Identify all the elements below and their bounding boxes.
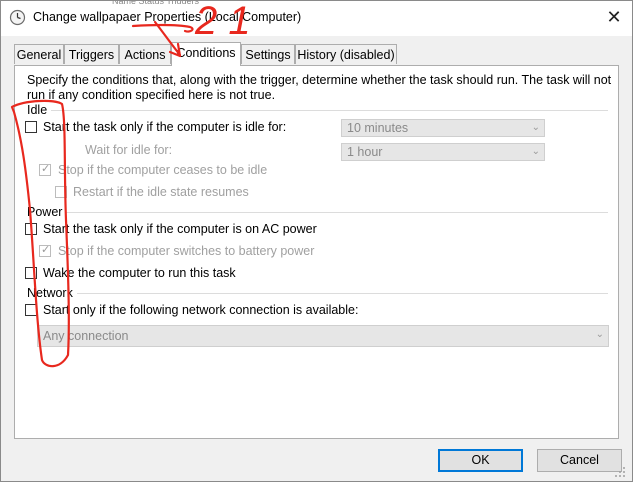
task-scheduler-clock-icon: [9, 9, 26, 26]
background-window-residue: Name Status Triggers: [112, 0, 352, 4]
tab-conditions[interactable]: Conditions: [171, 42, 241, 66]
network-checkbox[interactable]: [25, 304, 37, 316]
network-connection-value: Any connection: [43, 329, 129, 343]
close-icon: ✕: [606, 7, 622, 27]
checkmark-icon: ✓: [41, 163, 51, 175]
network-connection-select: Any connection ⌄: [37, 325, 609, 347]
idle-duration-value: 10 minutes: [347, 121, 409, 135]
idle-divider: [50, 110, 608, 111]
network-divider: [75, 293, 608, 294]
tab-settings[interactable]: Settings: [241, 44, 295, 64]
tab-triggers[interactable]: Triggers: [64, 44, 119, 64]
wake-label[interactable]: Wake the computer to run this task: [43, 266, 236, 280]
power-divider: [62, 212, 608, 213]
restart-if-idle-checkbox: [55, 186, 67, 198]
network-label[interactable]: Start only if the following network conn…: [43, 303, 358, 317]
chevron-down-icon: ⌄: [595, 329, 604, 340]
stop-if-not-idle-checkbox: ✓: [39, 163, 51, 176]
idle-start-label[interactable]: Start the task only if the computer is i…: [43, 120, 286, 134]
chevron-down-icon: ⌄: [531, 122, 540, 133]
resize-grip[interactable]: [614, 466, 626, 478]
network-header: Network: [27, 286, 77, 300]
stop-if-not-idle-label: Stop if the computer ceases to be idle: [58, 163, 268, 177]
idle-header: Idle: [27, 103, 52, 117]
window-title: Change wallpapaer Properties (Local Comp…: [33, 10, 302, 24]
ok-button[interactable]: OK: [438, 449, 523, 472]
wait-duration-select: 1 hour ⌄: [341, 143, 545, 161]
intro-text-line1: Specify the conditions that, along with …: [27, 73, 612, 87]
ac-power-checkbox[interactable]: [25, 223, 37, 235]
checkmark-icon: ✓: [41, 244, 51, 256]
wait-idle-label: Wait for idle for:: [85, 143, 173, 157]
cancel-button[interactable]: Cancel: [537, 449, 622, 472]
wait-duration-value: 1 hour: [347, 145, 383, 159]
stop-on-battery-checkbox: ✓: [39, 244, 51, 257]
intro-text-line2: run if any condition specified here is n…: [27, 88, 276, 102]
tab-general[interactable]: General: [14, 44, 64, 64]
chevron-down-icon: ⌄: [531, 146, 540, 157]
close-button[interactable]: ✕: [597, 4, 631, 32]
tab-actions[interactable]: Actions: [119, 44, 171, 64]
tab-history[interactable]: History (disabled): [295, 44, 397, 64]
ac-power-label[interactable]: Start the task only if the computer is o…: [43, 222, 317, 236]
restart-if-idle-label: Restart if the idle state resumes: [73, 185, 249, 199]
wake-checkbox[interactable]: [25, 267, 37, 279]
power-header: Power: [27, 205, 67, 219]
idle-start-checkbox[interactable]: [25, 121, 37, 133]
idle-duration-select: 10 minutes ⌄: [341, 119, 545, 137]
stop-on-battery-label: Stop if the computer switches to battery…: [58, 244, 315, 258]
